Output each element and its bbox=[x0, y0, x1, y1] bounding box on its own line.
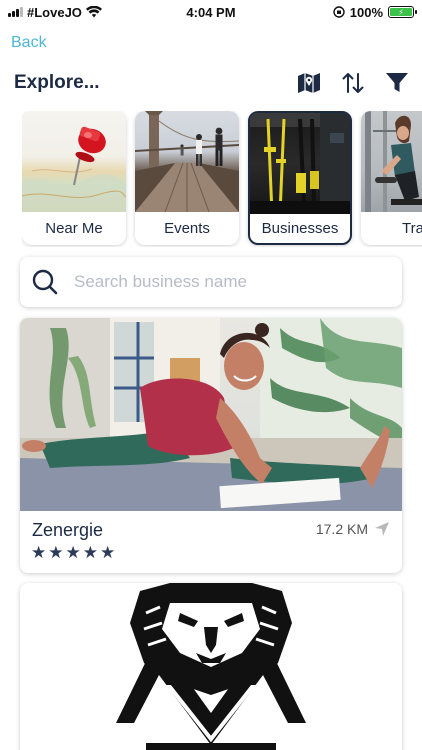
status-time: 4:04 PM bbox=[186, 4, 236, 20]
wifi-icon bbox=[85, 6, 102, 18]
battery-percent: 100% bbox=[349, 4, 383, 20]
star-icon: ★ bbox=[100, 543, 116, 562]
category-trainers[interactable]: Tra bbox=[361, 111, 422, 245]
header: Explore... bbox=[14, 70, 410, 96]
header-actions bbox=[296, 70, 410, 96]
category-label: Events bbox=[164, 220, 210, 237]
search-input[interactable] bbox=[74, 272, 374, 292]
star-icon: ★ bbox=[48, 543, 64, 562]
trainers-image bbox=[361, 111, 422, 212]
category-events[interactable]: Events bbox=[135, 111, 239, 245]
businesses-image bbox=[250, 113, 350, 214]
business-name: Zenergie bbox=[32, 520, 104, 540]
back-button[interactable]: Back bbox=[11, 34, 47, 52]
battery-icon: ⚡ bbox=[388, 6, 417, 18]
category-carousel[interactable]: Near Me Events Businesses Tra bbox=[22, 111, 422, 247]
signal-icon bbox=[8, 7, 23, 17]
map-icon[interactable] bbox=[296, 70, 322, 96]
business-card[interactable] bbox=[20, 583, 402, 750]
filter-icon[interactable] bbox=[384, 70, 410, 96]
category-label: Tra bbox=[402, 220, 422, 237]
star-icon: ★ bbox=[65, 543, 81, 562]
category-label: Businesses bbox=[261, 220, 339, 237]
near-me-image bbox=[22, 111, 126, 212]
status-bar: #LoveJO 4:04 PM 100% ⚡ bbox=[0, 0, 422, 24]
orientation-lock-icon bbox=[333, 6, 345, 18]
events-image bbox=[135, 111, 239, 212]
business-card[interactable]: Zenergie 17.2 KM ★ ★ ★ ★ ★ bbox=[20, 318, 402, 573]
distance-value: 17.2 KM bbox=[315, 521, 368, 537]
business-photo bbox=[20, 318, 402, 511]
carrier-name: #LoveJO bbox=[27, 4, 82, 20]
location-arrow-icon bbox=[375, 522, 389, 536]
category-label: Near Me bbox=[45, 220, 103, 237]
search-bar[interactable] bbox=[20, 257, 402, 307]
page-title: Explore... bbox=[14, 72, 100, 93]
business-logo bbox=[116, 583, 306, 750]
business-distance: 17.2 KM bbox=[316, 521, 390, 537]
star-icon: ★ bbox=[82, 543, 98, 562]
status-left: #LoveJO bbox=[8, 5, 102, 20]
rating-stars: ★ ★ ★ ★ ★ bbox=[31, 544, 115, 561]
sort-icon[interactable] bbox=[340, 70, 366, 96]
status-right: 100% ⚡ bbox=[333, 4, 417, 20]
search-icon bbox=[32, 269, 58, 295]
category-near-me[interactable]: Near Me bbox=[22, 111, 126, 245]
category-businesses[interactable]: Businesses bbox=[248, 111, 352, 245]
star-icon: ★ bbox=[31, 543, 47, 562]
